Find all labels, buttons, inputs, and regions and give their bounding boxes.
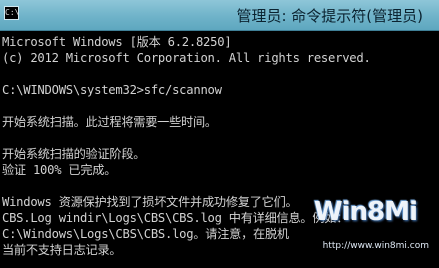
console-line-verify-progress: 验证 100% 已完成。 <box>2 163 117 177</box>
console-line-command: C:\WINDOWS\system32>sfc/scannow <box>2 83 222 97</box>
watermark: Win8Mi http://www.win8mi.com <box>275 197 435 255</box>
window-title: 管理员: 命令提示符(管理员) <box>236 7 423 25</box>
console-line-version: Microsoft Windows [版本 6.2.8250] <box>2 35 232 49</box>
console-line-scan-start: 开始系统扫描。此过程将需要一些时间。 <box>2 115 217 129</box>
console-line-result: Windows 资源保护找到了损坏文件并成功修复了它们。 <box>2 195 298 209</box>
command-prompt-window: C:\ 管理员: 命令提示符(管理员) Microsoft Windows [版… <box>0 0 439 268</box>
watermark-url: http://www.win8mi.com <box>322 241 429 251</box>
watermark-logo: Win8Mi <box>314 197 418 227</box>
console-line-log-note: 当前不支持日志记录。 <box>2 243 122 257</box>
console-line-copyright: (c) 2012 Microsoft Corporation. All righ… <box>2 51 371 65</box>
console-line-log-path: C:\Windows\Logs\CBS\CBS.log。请注意，在脱机 <box>2 227 289 241</box>
title-bar[interactable]: C:\ 管理员: 命令提示符(管理员) <box>0 0 439 31</box>
cmd-icon: C:\ <box>4 6 19 20</box>
console-line-verify-start: 开始系统扫描的验证阶段。 <box>2 147 146 161</box>
